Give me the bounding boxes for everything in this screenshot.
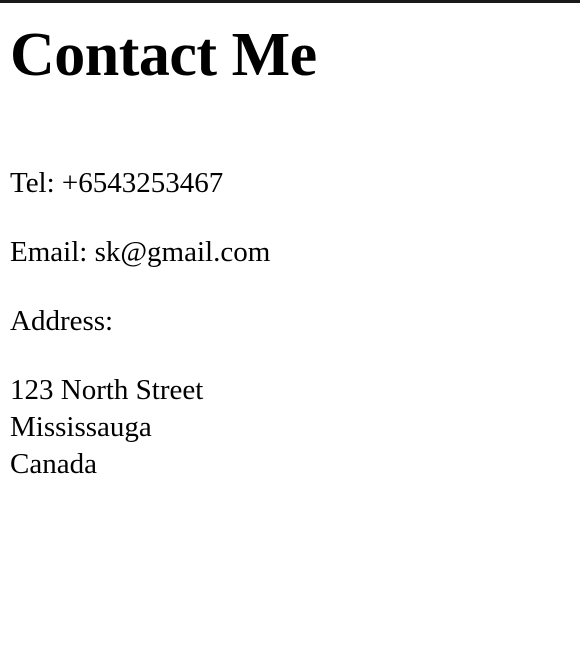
address-line-street: 123 North Street [10, 374, 204, 406]
address-line-country: Canada [10, 448, 97, 481]
address-block: 123 North Street Mississauga Canada [10, 372, 203, 483]
email-text: Email: sk@gmail.com [10, 236, 271, 268]
address-line-city: Mississauga [10, 411, 152, 444]
page-title: Contact Me [10, 21, 317, 89]
telephone-text: Tel: +6543253467 [10, 167, 224, 199]
address-label: Address: [10, 305, 114, 337]
top-border [0, 0, 580, 3]
